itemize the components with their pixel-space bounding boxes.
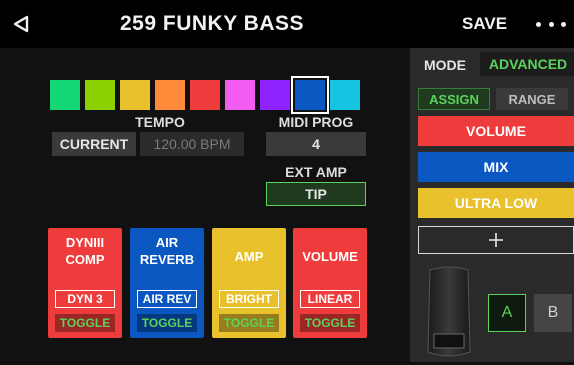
footswitch-toggle[interactable]: TOGGLE bbox=[137, 314, 197, 332]
footswitch-toggle[interactable]: TOGGLE bbox=[219, 314, 279, 332]
back-button[interactable] bbox=[8, 10, 34, 38]
footswitch-block[interactable]: AMP BRIGHT TOGGLE bbox=[212, 228, 286, 338]
ext-amp-label: EXT AMP bbox=[285, 164, 347, 180]
color-swatch[interactable] bbox=[155, 80, 185, 110]
footswitch-name: AMP bbox=[234, 249, 264, 264]
side-panel: MODE ADVANCED ASSIGN RANGE VOLUME MIX ULTR… bbox=[410, 48, 574, 362]
footswitch-parameter[interactable]: LINEAR bbox=[300, 290, 360, 308]
mode-label: MODE bbox=[424, 57, 466, 73]
footswitch-parameter[interactable]: AIR REV bbox=[137, 290, 197, 308]
midi-prog-label: MIDI PROG bbox=[278, 114, 354, 130]
color-swatches bbox=[50, 76, 370, 114]
tempo-label: TEMPO bbox=[135, 114, 185, 130]
footswitch-name: AIR REVERB bbox=[139, 235, 195, 267]
assignment-row[interactable]: MIX bbox=[418, 152, 574, 182]
color-swatch[interactable] bbox=[260, 80, 290, 110]
tempo-bpm-field[interactable]: 120.00 BPM bbox=[140, 132, 244, 156]
footswitch-block[interactable]: VOLUME LINEAR TOGGLE bbox=[293, 228, 367, 338]
midi-prog-value[interactable]: 4 bbox=[266, 132, 366, 156]
ext-amp-tip-button[interactable]: TIP bbox=[266, 182, 366, 206]
plus-icon bbox=[489, 233, 503, 247]
expression-a-button[interactable]: A bbox=[488, 294, 526, 332]
footswitch-block[interactable]: AIR REVERB AIR REV TOGGLE bbox=[130, 228, 204, 338]
assignment-row[interactable]: ULTRA LOW bbox=[418, 188, 574, 218]
footswitch-name: DYNIII COMP bbox=[65, 235, 105, 267]
assignment-row[interactable]: VOLUME bbox=[418, 116, 574, 146]
more-options-icon[interactable] bbox=[534, 11, 568, 37]
color-swatch[interactable] bbox=[190, 80, 220, 110]
footswitch-toggle[interactable]: TOGGLE bbox=[55, 314, 115, 332]
expression-b-button[interactable]: B bbox=[534, 294, 572, 332]
mode-selector[interactable]: ADVANCED bbox=[480, 52, 574, 76]
color-swatch[interactable] bbox=[291, 76, 329, 114]
main-panel: TEMPO CURRENT 120.00 BPM MIDI PROG 4 EXT… bbox=[0, 48, 410, 362]
top-bar: 259 FUNKY BASS SAVE bbox=[0, 0, 574, 48]
preset-title: 259 FUNKY BASS bbox=[120, 12, 305, 35]
back-arrow-icon bbox=[13, 15, 29, 33]
footswitch-name: VOLUME bbox=[302, 249, 358, 264]
footswitch-block[interactable]: DYNIII COMP DYN 3 TOGGLE bbox=[48, 228, 122, 338]
expression-pedal-icon bbox=[424, 264, 474, 360]
range-tab[interactable]: RANGE bbox=[496, 88, 568, 110]
color-swatch[interactable] bbox=[120, 80, 150, 110]
footswitch-parameter[interactable]: BRIGHT bbox=[219, 290, 279, 308]
assign-tab[interactable]: ASSIGN bbox=[418, 88, 490, 110]
color-swatch[interactable] bbox=[330, 80, 360, 110]
color-swatch[interactable] bbox=[225, 80, 255, 110]
add-assignment-button[interactable] bbox=[418, 226, 574, 254]
save-button[interactable]: SAVE bbox=[462, 9, 522, 39]
color-swatch[interactable] bbox=[85, 80, 115, 110]
footswitch-toggle[interactable]: TOGGLE bbox=[300, 314, 360, 332]
footswitch-parameter[interactable]: DYN 3 bbox=[55, 290, 115, 308]
color-swatch[interactable] bbox=[50, 80, 80, 110]
tempo-source-button[interactable]: CURRENT bbox=[52, 132, 136, 156]
